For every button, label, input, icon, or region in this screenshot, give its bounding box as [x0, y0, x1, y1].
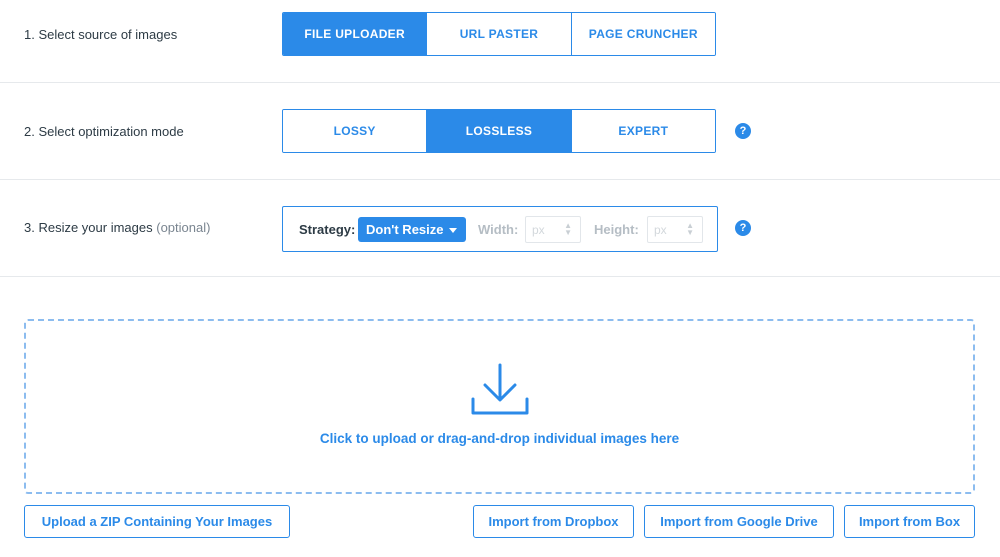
lossless-option[interactable]: LOSSLESS — [427, 110, 572, 152]
height-input[interactable]: px ▲ ▼ — [647, 216, 703, 243]
upload-zip-button[interactable]: Upload a ZIP Containing Your Images — [24, 505, 290, 538]
width-input[interactable]: px ▲ ▼ — [525, 216, 581, 243]
mode-step-label: 2. Select optimization mode — [24, 124, 184, 139]
height-stepper-icon[interactable]: ▲ ▼ — [686, 222, 694, 237]
strategy-label: Strategy: — [299, 222, 356, 237]
resize-label-text: 3. Resize your images — [24, 220, 153, 235]
import-google-drive-button[interactable]: Import from Google Drive — [644, 505, 834, 538]
lossy-option[interactable]: LOSSY — [283, 110, 428, 152]
strategy-value: Don't Resize — [366, 222, 444, 237]
resize-row: 3. Resize your images (optional) Strateg… — [0, 180, 1000, 277]
width-label: Width: — [478, 222, 519, 237]
mode-segmented-control: LOSSY LOSSLESS EXPERT — [282, 109, 716, 153]
mode-row: 2. Select optimization mode LOSSY LOSSLE… — [0, 83, 1000, 180]
download-tray-icon — [471, 363, 529, 415]
width-placeholder: px — [532, 223, 545, 237]
strategy-dropdown[interactable]: Don't Resize — [358, 217, 466, 242]
resize-optional-text: (optional) — [156, 220, 211, 235]
page-cruncher-option[interactable]: PAGE CRUNCHER — [571, 13, 715, 55]
resize-step-label: 3. Resize your images (optional) — [24, 220, 210, 235]
mode-help-icon[interactable]: ? — [735, 123, 751, 139]
dropzone-text: Click to upload or drag-and-drop individ… — [319, 431, 680, 446]
width-stepper-icon[interactable]: ▲ ▼ — [564, 222, 572, 237]
source-segmented-control: FILE UPLOADER URL PASTER PAGE CRUNCHER — [282, 12, 716, 56]
import-dropbox-button[interactable]: Import from Dropbox — [473, 505, 634, 538]
height-placeholder: px — [654, 223, 667, 237]
resize-help-icon[interactable]: ? — [735, 220, 751, 236]
import-box-button[interactable]: Import from Box — [844, 505, 975, 538]
expert-option[interactable]: EXPERT — [571, 110, 715, 152]
source-step-label: 1. Select source of images — [24, 27, 178, 42]
url-paster-option[interactable]: URL PASTER — [427, 13, 572, 55]
upload-dropzone[interactable]: Click to upload or drag-and-drop individ… — [24, 319, 975, 494]
source-row: 1. Select source of images FILE UPLOADER… — [0, 0, 1000, 83]
resize-options-box: Strategy: Don't Resize Width: px ▲ ▼ Heig… — [282, 206, 718, 252]
height-label: Height: — [594, 222, 639, 237]
file-uploader-option[interactable]: FILE UPLOADER — [283, 13, 428, 55]
caret-down-icon — [449, 228, 457, 233]
